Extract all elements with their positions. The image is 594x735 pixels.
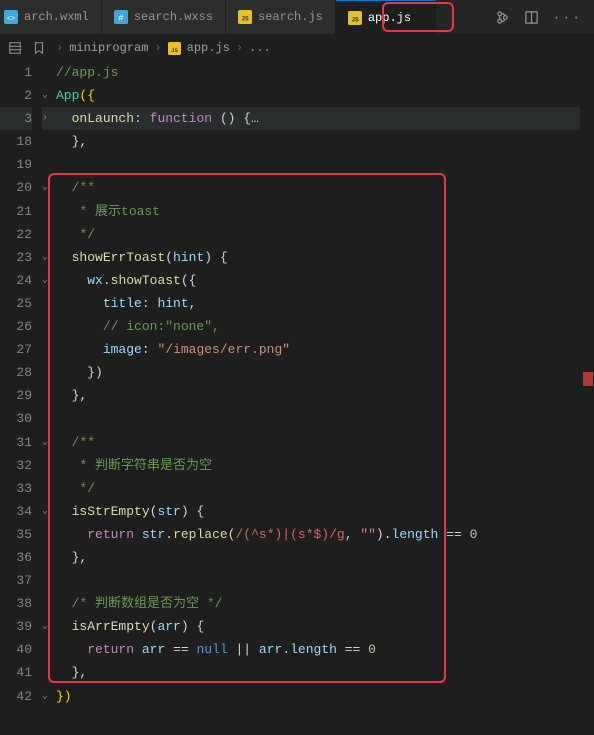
line-number: 39 xyxy=(0,615,32,638)
line-number: 30 xyxy=(0,407,32,430)
line-number: 18 xyxy=(0,130,32,153)
code-content[interactable]: //app.js App({ onLaunch: function () {… … xyxy=(56,61,594,735)
more-icon[interactable]: ··· xyxy=(553,10,582,25)
svg-text:JS: JS xyxy=(351,16,359,23)
svg-text:JS: JS xyxy=(171,46,178,53)
tab-label: search.js xyxy=(258,10,323,24)
line-number: 28 xyxy=(0,361,32,384)
code-editor[interactable]: 1 2 3 18 19 20 21 22 23 24 25 26 27 28 2… xyxy=(0,61,594,735)
fold-chevron-down-icon[interactable]: ⌄ xyxy=(42,500,56,523)
tabs-bar: <> arch.wxml # search.wxss JS search.js … xyxy=(0,0,594,35)
fold-column: ⌄ › ⌄ ⌄ ⌄ ⌄ ⌄ ⌄ ⌄ xyxy=(42,61,56,735)
line-numbers: 1 2 3 18 19 20 21 22 23 24 25 26 27 28 2… xyxy=(0,61,42,735)
minimap[interactable] xyxy=(580,62,594,735)
tab-label: arch.wxml xyxy=(24,10,89,24)
explorer-icon[interactable] xyxy=(8,41,22,55)
js-file-icon: JS xyxy=(238,10,252,24)
line-number: 25 xyxy=(0,292,32,315)
tab-actions: ··· xyxy=(483,10,594,25)
bookmark-icon[interactable] xyxy=(32,41,46,55)
tab-label: app.js xyxy=(368,11,411,25)
line-number: 26 xyxy=(0,315,32,338)
line-number: 1 xyxy=(0,61,32,84)
fold-chevron-down-icon[interactable]: ⌄ xyxy=(42,685,56,708)
tab-label: search.wxss xyxy=(134,10,213,24)
line-number: 35 xyxy=(0,523,32,546)
tab-arch-wxml[interactable]: <> arch.wxml xyxy=(0,0,102,34)
line-number: 21 xyxy=(0,200,32,223)
line-number: 38 xyxy=(0,592,32,615)
fold-chevron-down-icon[interactable]: ⌄ xyxy=(42,615,56,638)
line-number: 22 xyxy=(0,223,32,246)
breadcrumb-chevron-icon: › xyxy=(154,41,161,55)
line-number: 20 xyxy=(0,176,32,199)
breadcrumb-chevron-icon: › xyxy=(56,41,63,55)
line-number: 36 xyxy=(0,546,32,569)
breadcrumb-tail: ... xyxy=(249,41,271,55)
fold-chevron-down-icon[interactable]: ⌄ xyxy=(42,246,56,269)
line-number: 19 xyxy=(0,153,32,176)
tab-search-wxss[interactable]: # search.wxss xyxy=(102,0,226,34)
fold-chevron-down-icon[interactable]: ⌄ xyxy=(42,84,56,107)
line-number: 40 xyxy=(0,638,32,661)
editor-toolbar: › miniprogram › JS app.js › ... xyxy=(0,35,594,61)
gutter: 1 2 3 18 19 20 21 22 23 24 25 26 27 28 2… xyxy=(0,61,56,735)
line-number: 2 xyxy=(0,84,32,107)
breadcrumb-chevron-icon: › xyxy=(236,41,243,55)
svg-text:JS: JS xyxy=(241,16,249,23)
compare-icon[interactable] xyxy=(495,10,510,25)
wxml-file-icon: <> xyxy=(4,10,18,24)
fold-chevron-down-icon[interactable]: ⌄ xyxy=(42,176,56,199)
fold-chevron-right-icon[interactable]: › xyxy=(42,107,56,130)
fold-chevron-down-icon[interactable]: ⌄ xyxy=(42,431,56,454)
line-number: 34 xyxy=(0,500,32,523)
line-number: 42 xyxy=(0,685,32,708)
breadcrumb-file[interactable]: app.js xyxy=(187,41,230,55)
code-comment: //app.js xyxy=(56,65,118,80)
line-number: 24 xyxy=(0,269,32,292)
line-number: 32 xyxy=(0,454,32,477)
line-number: 33 xyxy=(0,477,32,500)
line-number: 29 xyxy=(0,384,32,407)
line-number: 37 xyxy=(0,569,32,592)
svg-text:<>: <> xyxy=(7,16,15,24)
line-number: 31 xyxy=(0,431,32,454)
tab-app-js[interactable]: JS app.js xyxy=(336,0,436,34)
wxss-file-icon: # xyxy=(114,10,128,24)
tab-search-js[interactable]: JS search.js xyxy=(226,0,336,34)
line-number: 27 xyxy=(0,338,32,361)
minimap-marker xyxy=(583,372,593,386)
line-number: 23 xyxy=(0,246,32,269)
svg-text:#: # xyxy=(118,14,123,24)
line-number: 41 xyxy=(0,661,32,684)
split-editor-icon[interactable] xyxy=(524,10,539,25)
js-file-icon: JS xyxy=(168,42,181,55)
fold-chevron-down-icon[interactable]: ⌄ xyxy=(42,269,56,292)
breadcrumb[interactable]: › miniprogram › JS app.js › ... xyxy=(56,41,271,55)
line-number: 3 xyxy=(0,107,32,130)
breadcrumb-folder[interactable]: miniprogram xyxy=(69,41,148,55)
js-file-icon: JS xyxy=(348,11,362,25)
